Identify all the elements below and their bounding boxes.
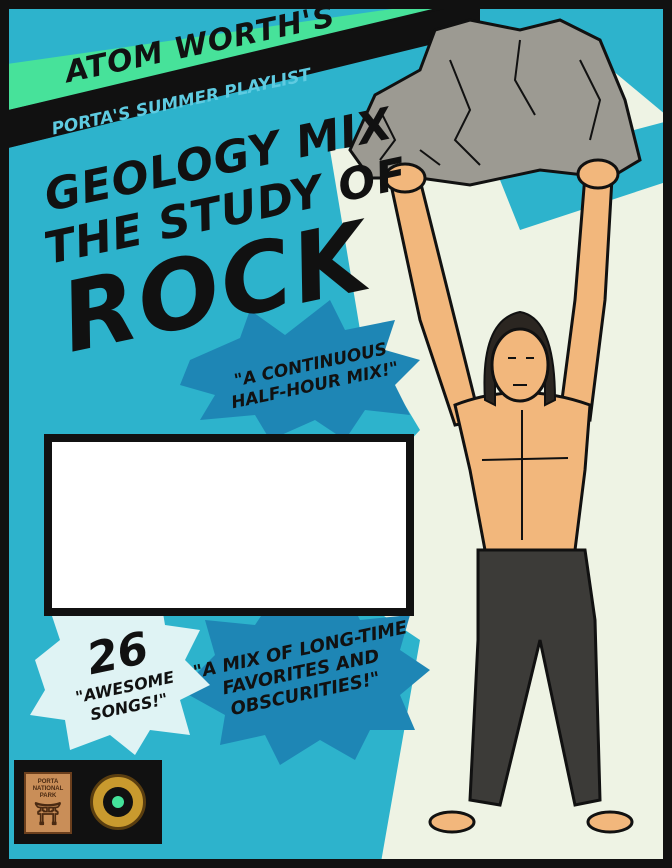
badge-line-2: NATIONAL: [32, 786, 64, 792]
blank-display-box: [44, 434, 414, 616]
badge-line-3: PARK: [39, 793, 57, 799]
badge-line-1: PORTA: [37, 779, 59, 785]
picnic-table-icon: ⛩: [34, 801, 62, 826]
playlist-poster: ATOM WORTH'S PORTA'S SUMMER PLAYLIST GEO…: [0, 0, 672, 868]
logo-bar: PORTA NATIONAL PARK ⛩: [14, 760, 162, 844]
vinyl-record-icon: [90, 774, 146, 830]
park-badge: PORTA NATIONAL PARK ⛩: [24, 772, 72, 834]
